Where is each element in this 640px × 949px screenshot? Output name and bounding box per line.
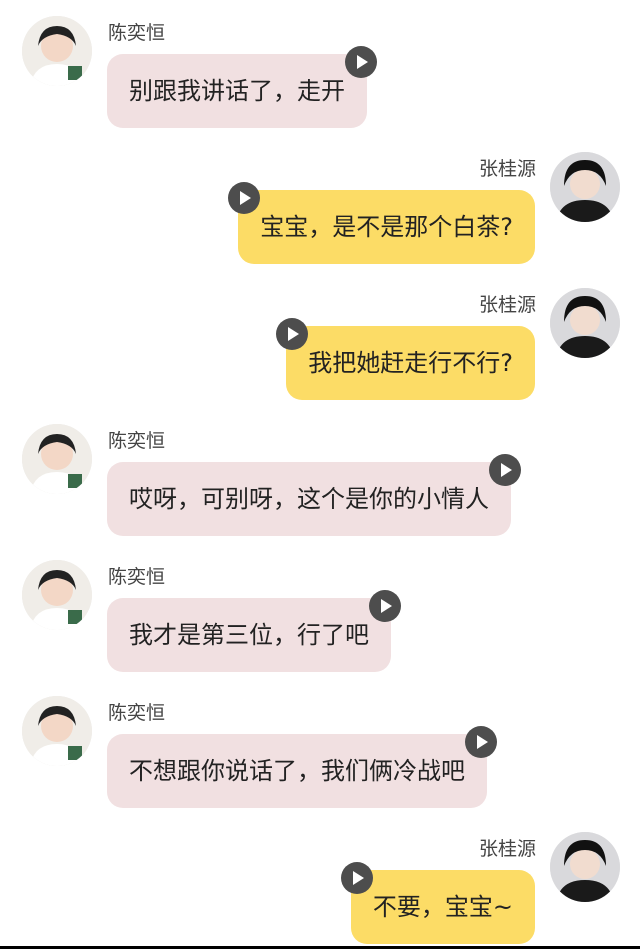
voice-message-bubble[interactable]: 不想跟你说话了，我们俩冷战吧	[107, 726, 497, 808]
message-text: 哎呀，可别呀，这个是你的小情人	[129, 485, 489, 513]
message-text: 宝宝，是不是那个白茶?	[260, 213, 513, 241]
play-icon[interactable]	[228, 182, 261, 214]
message-text: 别跟我讲话了，走开	[129, 77, 345, 105]
avatar-zhang-icon	[550, 152, 620, 222]
sender-name: 张桂源	[478, 158, 536, 180]
avatar[interactable]	[550, 152, 620, 222]
sender-name: 张桂源	[478, 294, 536, 316]
avatar[interactable]	[22, 424, 92, 494]
avatar-chen-icon	[22, 424, 92, 494]
voice-message-bubble[interactable]: 哎呀，可别呀，这个是你的小情人	[107, 454, 521, 536]
play-icon[interactable]	[465, 726, 497, 758]
sender-name: 陈奕恒	[108, 702, 166, 724]
message-text: 我才是第三位，行了吧	[129, 621, 369, 649]
sender-name: 陈奕恒	[108, 430, 166, 452]
play-icon[interactable]	[340, 862, 373, 894]
avatar-chen-icon	[22, 16, 92, 86]
avatar-chen-icon	[22, 560, 92, 630]
sender-name: 陈奕恒	[108, 566, 166, 588]
avatar[interactable]	[550, 288, 620, 358]
message-text: 我把她赶走行不行?	[308, 349, 513, 377]
voice-message-bubble[interactable]: 我才是第三位，行了吧	[107, 590, 401, 672]
avatar[interactable]	[22, 560, 92, 630]
voice-message-bubble[interactable]: 不要，宝宝~	[340, 862, 535, 944]
voice-message-bubble[interactable]: 宝宝，是不是那个白茶?	[228, 182, 535, 264]
play-icon[interactable]	[369, 590, 401, 622]
play-icon[interactable]	[489, 454, 521, 486]
avatar[interactable]	[550, 832, 620, 902]
voice-message-bubble[interactable]: 我把她赶走行不行?	[276, 318, 535, 400]
avatar[interactable]	[22, 696, 92, 766]
play-icon[interactable]	[345, 46, 377, 78]
sender-name: 张桂源	[478, 838, 536, 860]
voice-message-bubble[interactable]: 别跟我讲话了，走开	[107, 46, 377, 128]
avatar-chen-icon	[22, 696, 92, 766]
message-text: 不要，宝宝~	[372, 893, 513, 921]
avatar-zhang-icon	[550, 288, 620, 358]
avatar[interactable]	[22, 16, 92, 86]
play-icon[interactable]	[276, 318, 309, 350]
avatar-zhang-icon	[550, 832, 620, 902]
message-text: 不想跟你说话了，我们俩冷战吧	[129, 757, 465, 785]
sender-name: 陈奕恒	[108, 22, 166, 44]
